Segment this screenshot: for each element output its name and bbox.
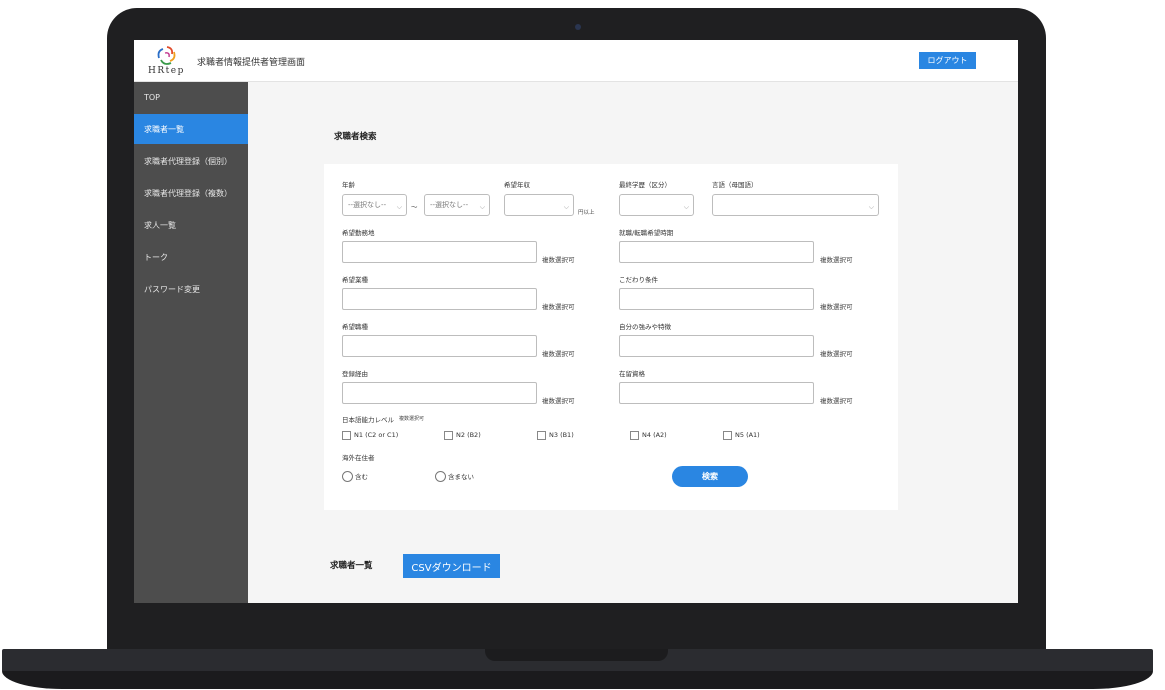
- jlpt-hint: 複数選択可: [399, 416, 425, 422]
- residence-status-field[interactable]: [619, 382, 814, 404]
- laptop-bezel-bottom: [114, 603, 1039, 629]
- multi-select-hint: 複数選択可: [542, 303, 575, 311]
- sidebar-item-password-change[interactable]: パスワード変更: [134, 274, 248, 304]
- residence-status-label: 在留資格: [619, 370, 645, 378]
- sidebar-item-proxy-register-single[interactable]: 求職者代理登録（個別）: [134, 146, 248, 176]
- main-content: 求職者検索 年齢 --選択なし-- ⌵ ～ --選択なし-- ⌵ 希望年収 ⌵ …: [248, 82, 1018, 603]
- jlpt-n4-checkbox[interactable]: [630, 431, 639, 440]
- jlpt-n1-label: N1 (C2 or C1): [354, 431, 399, 439]
- sidebar: TOP 求職者一覧 求職者代理登録（個別） 求職者代理登録（複数） 求人一覧 ト…: [134, 82, 248, 603]
- conditions-field[interactable]: [619, 288, 814, 310]
- chevron-down-icon: ⌵: [563, 203, 569, 211]
- logo-text: HRtep: [148, 66, 185, 76]
- overseas-include-radio[interactable]: [342, 471, 353, 482]
- multi-select-hint: 複数選択可: [542, 256, 575, 264]
- overseas-exclude-label: 含まない: [448, 473, 474, 481]
- industry-field[interactable]: [342, 288, 537, 310]
- age-separator: ～: [411, 203, 418, 211]
- logout-button[interactable]: ログアウト: [919, 52, 976, 69]
- overseas-label: 海外在住者: [342, 454, 375, 462]
- conditions-label: こだわり条件: [619, 276, 658, 284]
- age-from-value: --選択なし--: [348, 201, 387, 209]
- age-to-select[interactable]: --選択なし-- ⌵: [424, 194, 490, 216]
- language-select[interactable]: ⌵: [712, 194, 879, 216]
- strengths-field[interactable]: [619, 335, 814, 357]
- multi-select-hint: 複数選択可: [542, 350, 575, 358]
- education-select[interactable]: ⌵: [619, 194, 694, 216]
- laptop-base-bottom: [2, 671, 1153, 689]
- occupation-label: 希望職種: [342, 323, 368, 331]
- search-section-title: 求職者検索: [334, 132, 377, 142]
- search-panel: 年齢 --選択なし-- ⌵ ～ --選択なし-- ⌵ 希望年収 ⌵ 円以上 最終…: [324, 164, 898, 510]
- overseas-include-label: 含む: [355, 473, 368, 481]
- start-time-field[interactable]: [619, 241, 814, 263]
- age-label: 年齢: [342, 181, 355, 189]
- csv-download-button[interactable]: CSVダウンロード: [403, 554, 500, 578]
- chevron-down-icon: ⌵: [683, 203, 689, 211]
- salary-label: 希望年収: [504, 181, 530, 189]
- sidebar-item-top[interactable]: TOP: [134, 82, 248, 112]
- sidebar-item-job-seeker-list[interactable]: 求職者一覧: [134, 114, 248, 144]
- multi-select-hint: 複数選択可: [820, 397, 853, 405]
- jlpt-n4-label: N4 (A2): [642, 431, 667, 439]
- education-label: 最終学歴（区分）: [619, 181, 671, 189]
- multi-select-hint: 複数選択可: [820, 303, 853, 311]
- jlpt-n1-checkbox[interactable]: [342, 431, 351, 440]
- jlpt-label: 日本語能力レベル: [342, 416, 394, 424]
- app-screen: HRtep 求職者情報提供者管理画面 ログアウト TOP 求職者一覧 求職者代理…: [134, 40, 1018, 603]
- jlpt-n2-label: N2 (B2): [456, 431, 481, 439]
- jlpt-n2-checkbox[interactable]: [444, 431, 453, 440]
- multi-select-hint: 複数選択可: [542, 397, 575, 405]
- jlpt-n5-checkbox[interactable]: [723, 431, 732, 440]
- multi-select-hint: 複数選択可: [820, 256, 853, 264]
- webcam-icon: [575, 24, 581, 30]
- age-to-value: --選択なし--: [430, 201, 469, 209]
- registration-route-label: 登録経由: [342, 370, 368, 378]
- app-title: 求職者情報提供者管理画面: [197, 58, 306, 68]
- work-location-field[interactable]: [342, 241, 537, 263]
- age-from-select[interactable]: --選択なし-- ⌵: [342, 194, 407, 216]
- multi-select-hint: 複数選択可: [820, 350, 853, 358]
- registration-route-field[interactable]: [342, 382, 537, 404]
- list-section-title: 求職者一覧: [330, 561, 373, 571]
- jlpt-n5-label: N5 (A1): [735, 431, 760, 439]
- jlpt-n3-label: N3 (B1): [549, 431, 574, 439]
- start-time-label: 就職/転職希望時期: [619, 229, 674, 237]
- chevron-down-icon: ⌵: [868, 203, 874, 211]
- jlpt-n3-checkbox[interactable]: [537, 431, 546, 440]
- salary-suffix: 円以上: [578, 210, 595, 216]
- top-header: HRtep 求職者情報提供者管理画面 ログアウト: [134, 40, 1018, 82]
- language-label: 言語（母国語）: [712, 181, 758, 189]
- sidebar-item-talk[interactable]: トーク: [134, 242, 248, 272]
- sidebar-item-proxy-register-multiple[interactable]: 求職者代理登録（複数）: [134, 178, 248, 208]
- chevron-down-icon: ⌵: [479, 203, 485, 211]
- search-button[interactable]: 検索: [672, 466, 748, 487]
- occupation-field[interactable]: [342, 335, 537, 357]
- overseas-exclude-radio[interactable]: [435, 471, 446, 482]
- salary-select[interactable]: ⌵: [504, 194, 574, 216]
- industry-label: 希望業種: [342, 276, 368, 284]
- work-location-label: 希望勤務地: [342, 229, 375, 237]
- sidebar-item-job-list[interactable]: 求人一覧: [134, 210, 248, 240]
- strengths-label: 自分の強みや特徴: [619, 323, 671, 331]
- chevron-down-icon: ⌵: [396, 203, 402, 211]
- laptop-opening-notch: [485, 649, 668, 661]
